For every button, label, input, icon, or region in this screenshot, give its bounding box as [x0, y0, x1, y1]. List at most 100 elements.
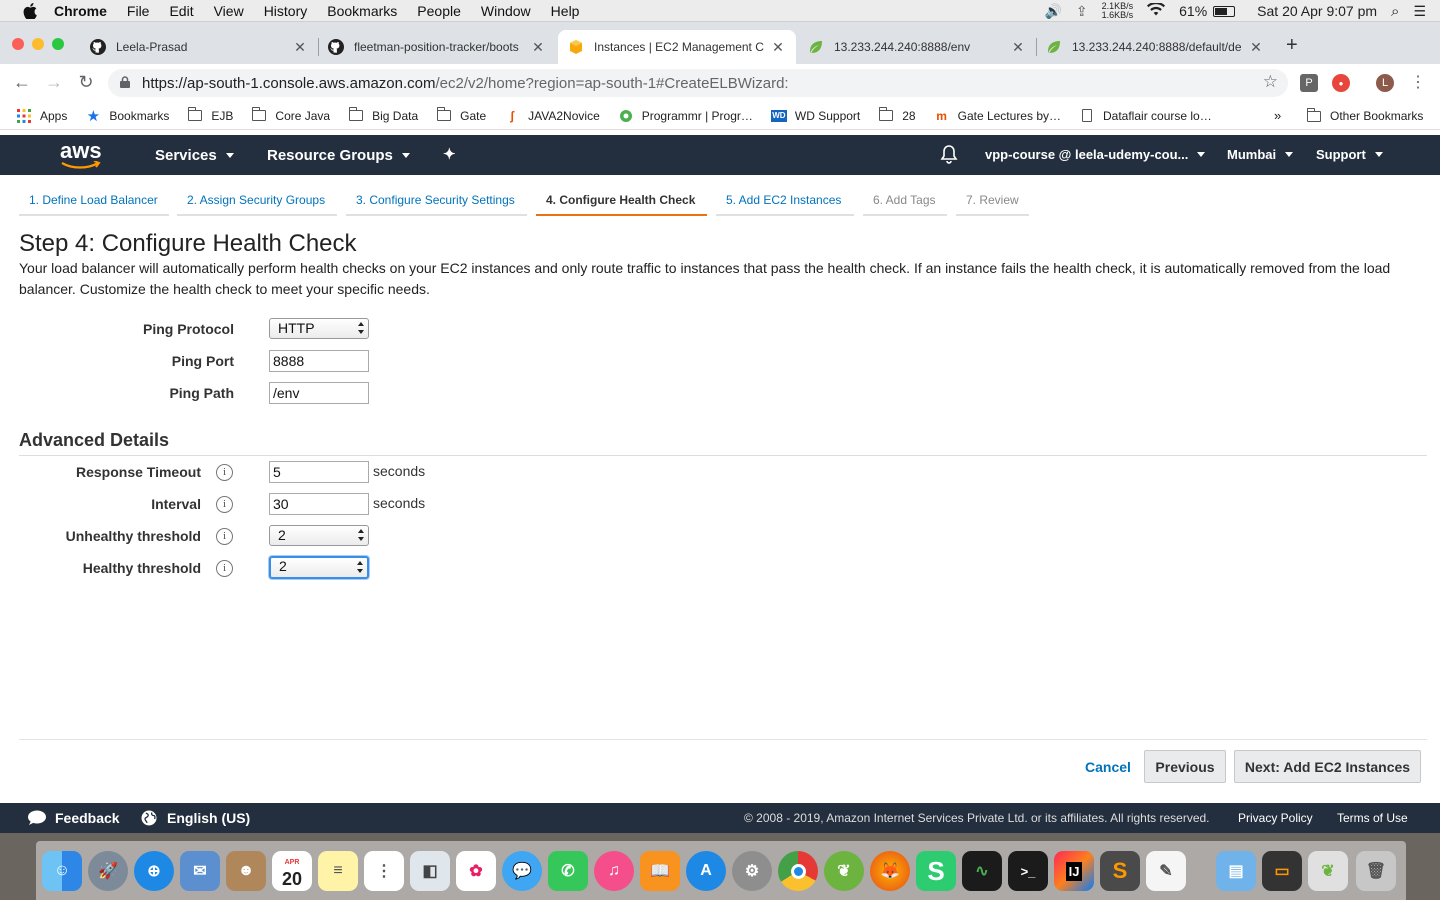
app-store-icon[interactable]: A [686, 851, 726, 891]
close-tab-icon[interactable]: ✕ [770, 39, 786, 56]
menu-people[interactable]: People [417, 3, 461, 19]
clock[interactable]: Sat 20 Apr 9:07 pm [1257, 3, 1377, 19]
lock-icon[interactable] [120, 75, 130, 92]
aws-logo[interactable]: aws [60, 139, 102, 169]
launchpad-icon[interactable]: 🚀 [88, 851, 128, 891]
close-window-button[interactable] [12, 38, 24, 50]
previous-button[interactable]: Previous [1144, 750, 1226, 783]
documents-folder-icon[interactable]: ▤ [1216, 851, 1256, 891]
extension-record-icon[interactable]: ● [1332, 74, 1350, 92]
extension-p-icon[interactable]: P [1300, 74, 1318, 92]
region-menu[interactable]: Mumbai [1227, 147, 1294, 162]
menu-edit[interactable]: Edit [169, 3, 193, 19]
healthy-threshold-select[interactable]: 2 [269, 556, 369, 579]
bookmark-gate-lectures[interactable]: m Gate Lectures by… [934, 109, 1061, 123]
messages-icon[interactable]: 💬 [502, 851, 542, 891]
textedit-icon[interactable]: ✎ [1146, 851, 1186, 891]
bookmark-bookmarks[interactable]: ★ Bookmarks [85, 108, 170, 125]
menu-file[interactable]: File [127, 3, 150, 19]
notes-icon[interactable]: ≡ [318, 851, 358, 891]
sublime-text-icon[interactable]: S [1100, 851, 1140, 891]
bookmark-programmr[interactable]: Programmr | Progr… [618, 109, 753, 123]
apple-menu-icon[interactable] [20, 2, 40, 19]
back-button[interactable]: ← [11, 72, 33, 93]
response-timeout-input[interactable]: 5 [269, 461, 369, 483]
info-icon[interactable]: i [216, 496, 233, 513]
notifications-bell-icon[interactable] [940, 144, 958, 164]
step-define-load-balancer[interactable]: 1. Define Load Balancer [19, 186, 169, 216]
trash-icon[interactable]: 🗑 [1356, 851, 1396, 891]
reload-button[interactable]: ↻ [75, 72, 97, 93]
profile-avatar[interactable]: L [1376, 74, 1394, 92]
menu-bookmarks[interactable]: Bookmarks [327, 3, 397, 19]
ping-path-input[interactable]: /env [269, 382, 369, 404]
calendar-icon[interactable]: APR 20 [272, 851, 312, 891]
forward-button[interactable]: → [43, 72, 65, 93]
terms-of-use-link[interactable]: Terms of Use [1337, 811, 1408, 825]
sourcetree-icon[interactable]: S [916, 851, 956, 891]
info-icon[interactable]: i [216, 560, 233, 577]
bookmark-folder-big-data[interactable]: Big Data [348, 107, 418, 123]
resource-groups-menu[interactable]: Resource Groups [267, 147, 410, 164]
next-add-ec2-instances-button[interactable]: Next: Add EC2 Instances [1234, 750, 1421, 783]
bookmark-folder-gate[interactable]: Gate [436, 107, 486, 123]
notification-center-icon[interactable]: ☰ [1413, 3, 1426, 20]
bookmark-star-icon[interactable]: ☆ [1263, 72, 1278, 92]
zoom-window-button[interactable] [52, 38, 64, 50]
tab-leela-prasad[interactable]: Leela-Prasad ✕ [80, 30, 318, 64]
step-add-ec2-instances[interactable]: 5. Add EC2 Instances [716, 186, 854, 216]
bookmark-folder-28[interactable]: 28 [878, 107, 916, 123]
activity-monitor-icon[interactable]: ∿ [962, 851, 1002, 891]
cancel-button[interactable]: Cancel [1080, 750, 1136, 783]
menu-window[interactable]: Window [481, 3, 531, 19]
contacts-icon[interactable]: ☻ [226, 851, 266, 891]
intellij-icon[interactable]: IJ [1054, 851, 1094, 891]
info-icon[interactable]: i [216, 464, 233, 481]
close-tab-icon[interactable]: ✕ [1248, 39, 1264, 56]
address-bar[interactable]: https://ap-south-1.console.aws.amazon.co… [108, 69, 1288, 97]
spotlight-icon[interactable]: ⌕ [1391, 3, 1399, 20]
bookmark-dataflair[interactable]: Dataflair course lo… [1079, 109, 1212, 123]
chrome-icon[interactable] [778, 851, 818, 891]
itunes-icon[interactable]: ♫ [594, 851, 634, 891]
feedback-link[interactable]: Feedback [27, 810, 120, 826]
spring-tool-suite-icon[interactable]: ❦ [824, 851, 864, 891]
step-configure-security-settings[interactable]: 3. Configure Security Settings [346, 186, 527, 216]
finder-icon[interactable]: ☺ [42, 851, 82, 891]
privacy-policy-link[interactable]: Privacy Policy [1238, 811, 1313, 825]
bookmark-java2novice[interactable]: ʃ JAVA2Novice [504, 109, 600, 123]
close-tab-icon[interactable]: ✕ [530, 39, 546, 56]
menu-help[interactable]: Help [551, 3, 580, 19]
new-tab-button[interactable]: + [1286, 34, 1298, 57]
volume-icon[interactable]: 🔊 [1044, 3, 1061, 20]
ibooks-icon[interactable]: 📖 [640, 851, 680, 891]
support-menu[interactable]: Support [1316, 147, 1383, 162]
tab-env[interactable]: 13.233.244.240:8888/env ✕ [798, 30, 1036, 64]
interval-input[interactable]: 30 [269, 493, 369, 515]
tab-fleetman[interactable]: fleetman-position-tracker/boots ✕ [318, 30, 556, 64]
wifi-icon[interactable] [1147, 1, 1166, 19]
spring-window-icon[interactable]: ❦ [1308, 851, 1348, 891]
preview-icon[interactable]: ✉ [180, 851, 220, 891]
menu-history[interactable]: History [264, 3, 308, 19]
firefox-icon[interactable]: 🦊 [870, 851, 910, 891]
bookmark-wd-support[interactable]: WD WD Support [770, 109, 860, 123]
vpn-icon[interactable]: ⇪ [1076, 3, 1088, 20]
terminal-icon[interactable]: >_ [1008, 851, 1048, 891]
photos-icon[interactable]: ✿ [456, 851, 496, 891]
bookmark-folder-ejb[interactable]: EJB [187, 107, 233, 123]
battery-icon[interactable] [1213, 5, 1236, 17]
bookmark-folder-core-java[interactable]: Core Java [251, 107, 330, 123]
tab-ec2-instances[interactable]: Instances | EC2 Management C ✕ [558, 30, 796, 64]
reminders-icon[interactable]: ⋮ [364, 851, 404, 891]
system-preferences-icon[interactable]: ⚙ [732, 851, 772, 891]
unhealthy-threshold-select[interactable]: 2 [269, 525, 369, 546]
close-tab-icon[interactable]: ✕ [1010, 39, 1026, 56]
menu-app-name[interactable]: Chrome [54, 3, 107, 19]
pin-icon[interactable]: ✦ [443, 145, 456, 163]
ping-protocol-select[interactable]: HTTP [269, 318, 369, 339]
step-assign-security-groups[interactable]: 2. Assign Security Groups [177, 186, 337, 216]
chrome-menu-icon[interactable]: ⋮ [1407, 72, 1429, 92]
bookmark-apps[interactable]: Apps [16, 108, 67, 123]
bookmark-other-bookmarks[interactable]: Other Bookmarks [1306, 107, 1423, 123]
